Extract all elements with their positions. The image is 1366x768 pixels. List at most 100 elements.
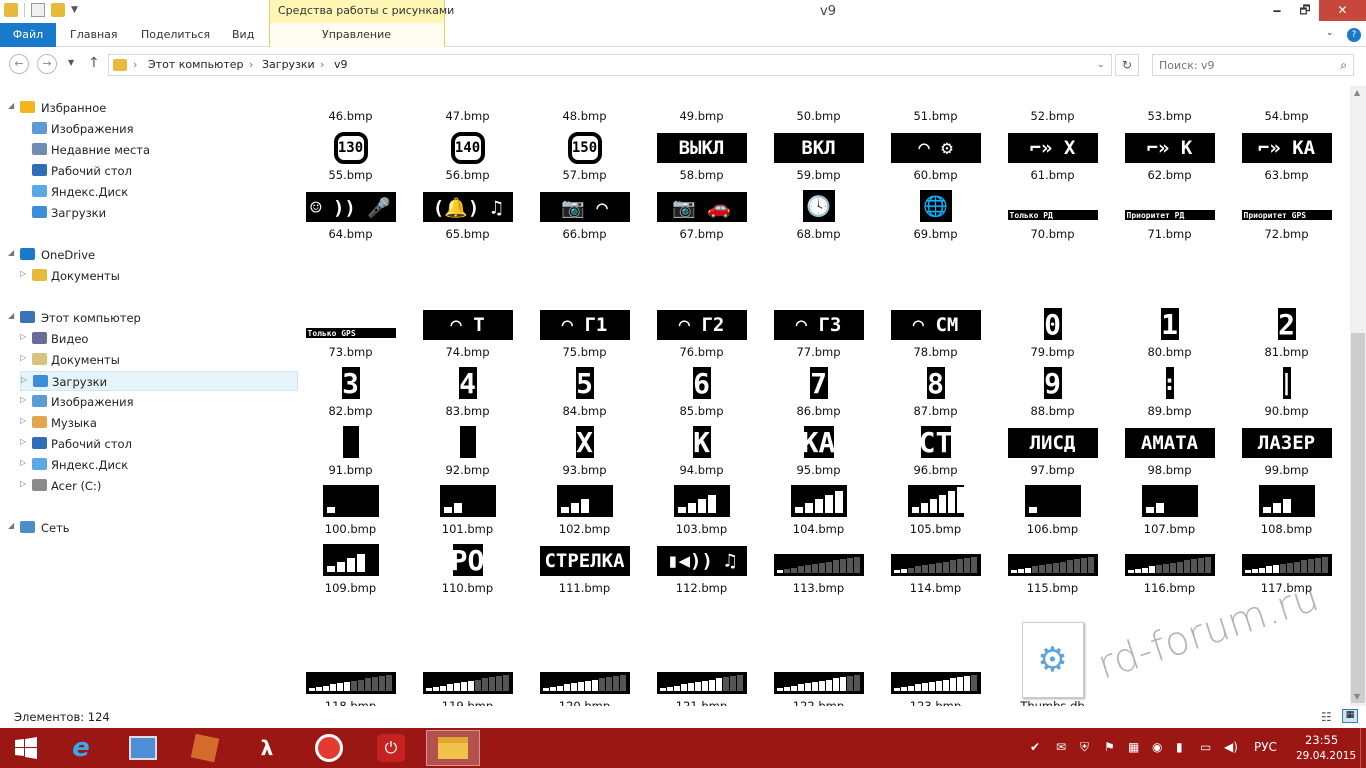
nav-item-2[interactable]: Недавние места: [20, 140, 298, 160]
up-button[interactable]: ↑: [88, 55, 100, 71]
file-item[interactable]: ВЫКЛ 58.bmp: [643, 127, 760, 186]
minimize-button[interactable]: 🗕: [1262, 0, 1292, 21]
expand-icon[interactable]: ▷: [21, 375, 27, 384]
ie-icon[interactable]: e: [54, 730, 108, 766]
file-item[interactable]: 114.bmp: [877, 540, 994, 599]
file-item[interactable]: 116.bmp: [1111, 540, 1228, 599]
breadcrumb-separator-icon[interactable]: ›: [249, 58, 253, 71]
breadcrumb-this-pc[interactable]: Этот компьютер: [148, 58, 244, 71]
search-icon[interactable]: ⌕: [1340, 58, 1347, 73]
expand-icon[interactable]: ▷: [20, 395, 26, 404]
tab-home[interactable]: Главная: [70, 28, 118, 41]
file-item[interactable]: ◠ Г3 77.bmp: [760, 304, 877, 363]
nav-item-7[interactable]: ▷ Документы: [20, 266, 298, 286]
new-folder-icon[interactable]: [51, 3, 65, 17]
file-item[interactable]: 📷 ◠ 66.bmp: [526, 186, 643, 245]
file-item[interactable]: 50.bmp: [760, 86, 877, 127]
nav-item-5[interactable]: Загрузки: [20, 203, 298, 223]
file-item[interactable]: ◠ СМ 78.bmp: [877, 304, 994, 363]
power-app-icon[interactable]: ⏻: [364, 730, 418, 766]
large-icons-view-icon[interactable]: ▦: [1342, 709, 1358, 723]
nav-item-17[interactable]: ◢ Сеть: [8, 518, 298, 538]
file-item[interactable]: ⚙ Thumbs.db: [994, 622, 1111, 706]
storage-icon[interactable]: ▦: [1128, 740, 1139, 754]
tab-view[interactable]: Вид: [232, 28, 254, 41]
back-button[interactable]: ←: [9, 54, 29, 74]
refresh-button[interactable]: ↻: [1115, 54, 1139, 76]
file-item[interactable]: 🕓 68.bmp: [760, 186, 877, 245]
expand-icon[interactable]: ▷: [20, 353, 26, 362]
file-item[interactable]: 📷 🚗 67.bmp: [643, 186, 760, 245]
expand-icon[interactable]: ▷: [20, 479, 26, 488]
tab-manage[interactable]: Управление: [322, 28, 391, 41]
tab-file[interactable]: Файл: [0, 23, 56, 47]
file-item[interactable]: 130 55.bmp: [292, 127, 409, 186]
file-item[interactable]: 108.bmp: [1228, 481, 1345, 540]
file-item[interactable]: К 94.bmp: [643, 422, 760, 481]
file-item[interactable]: Приоритет РД 71.bmp: [1111, 186, 1228, 245]
file-item[interactable]: 115.bmp: [994, 540, 1111, 599]
file-item[interactable]: 53.bmp: [1111, 86, 1228, 127]
yandex-browser-icon[interactable]: [302, 730, 356, 766]
file-item[interactable]: 54.bmp: [1228, 86, 1345, 127]
file-item[interactable]: 122.bmp: [760, 658, 877, 706]
file-item[interactable]: 52.bmp: [994, 86, 1111, 127]
file-item[interactable]: 9 88.bmp: [994, 363, 1111, 422]
nav-item-13[interactable]: ▷ Музыка: [20, 413, 298, 433]
file-item[interactable]: ◠ ⚙ 60.bmp: [877, 127, 994, 186]
nav-item-4[interactable]: Яндекс.Диск: [20, 182, 298, 202]
flag-icon[interactable]: ⚑: [1104, 740, 1115, 754]
show-desktop-button[interactable]: [1360, 728, 1366, 768]
expand-icon[interactable]: ▷: [20, 458, 26, 467]
nav-item-8[interactable]: ◢ Этот компьютер: [8, 308, 298, 328]
collapse-icon[interactable]: ◢: [8, 311, 14, 320]
file-item[interactable]: 102.bmp: [526, 481, 643, 540]
file-item[interactable]: 47.bmp: [409, 86, 526, 127]
nav-item-6[interactable]: ◢ OneDrive: [8, 245, 298, 265]
file-item[interactable]: 48.bmp: [526, 86, 643, 127]
file-item[interactable]: АМАТА 98.bmp: [1111, 422, 1228, 481]
file-item[interactable]: 49.bmp: [643, 86, 760, 127]
file-item[interactable]: 107.bmp: [1111, 481, 1228, 540]
help-icon[interactable]: ?: [1347, 28, 1361, 42]
recent-locations-icon[interactable]: ▼: [68, 58, 74, 67]
collapse-icon[interactable]: ◢: [8, 101, 14, 110]
file-item[interactable]: 104.bmp: [760, 481, 877, 540]
file-item[interactable]: СТ 96.bmp: [877, 422, 994, 481]
breadcrumb-separator-icon[interactable]: ›: [320, 58, 324, 71]
file-item[interactable]: 121.bmp: [643, 658, 760, 706]
clock-date[interactable]: 29.04.2015: [1296, 750, 1356, 762]
file-item[interactable]: 3 82.bmp: [292, 363, 409, 422]
antivirus-icon[interactable]: ⛨: [1080, 740, 1089, 755]
file-item[interactable]: ⌐» КА 63.bmp: [1228, 127, 1345, 186]
nav-item-16[interactable]: ▷ Acer (C:): [20, 476, 298, 496]
breadcrumb-separator-icon[interactable]: ›: [133, 58, 137, 71]
file-item[interactable]: ВКЛ 59.bmp: [760, 127, 877, 186]
nav-item-9[interactable]: ▷ Видео: [20, 329, 298, 349]
file-item[interactable]: РО 110.bmp: [409, 540, 526, 599]
office-icon[interactable]: [178, 730, 232, 766]
properties-icon[interactable]: [31, 3, 45, 17]
clock-time[interactable]: 23:55: [1305, 733, 1338, 747]
file-item[interactable]: ▮◀)) ♫ 112.bmp: [643, 540, 760, 599]
file-explorer-icon[interactable]: [426, 730, 480, 766]
file-item[interactable]: 8 87.bmp: [877, 363, 994, 422]
address-bar[interactable]: › Этот компьютер › Загрузки › v9 ⌄: [108, 54, 1112, 76]
file-item[interactable]: 1 80.bmp: [1111, 304, 1228, 363]
ribbon-expand-icon[interactable]: ⌄: [1326, 28, 1334, 38]
file-item[interactable]: 109.bmp: [292, 540, 409, 599]
scroll-down-icon[interactable]: ▼: [1354, 692, 1360, 701]
collapse-icon[interactable]: ◢: [8, 521, 14, 530]
control-panel-icon[interactable]: [116, 730, 170, 766]
file-item[interactable]: 🌐 69.bmp: [877, 186, 994, 245]
expand-icon[interactable]: ▷: [20, 332, 26, 341]
file-item[interactable]: 5 84.bmp: [526, 363, 643, 422]
file-item[interactable]: 91.bmp: [292, 422, 409, 481]
file-item[interactable]: 6 85.bmp: [643, 363, 760, 422]
forward-button[interactable]: →: [37, 54, 57, 74]
file-item[interactable]: 4 83.bmp: [409, 363, 526, 422]
breadcrumb-v9[interactable]: v9: [334, 58, 348, 71]
file-item[interactable]: 113.bmp: [760, 540, 877, 599]
file-item[interactable]: 51.bmp: [877, 86, 994, 127]
nvidia-icon[interactable]: ◉: [1152, 740, 1162, 754]
